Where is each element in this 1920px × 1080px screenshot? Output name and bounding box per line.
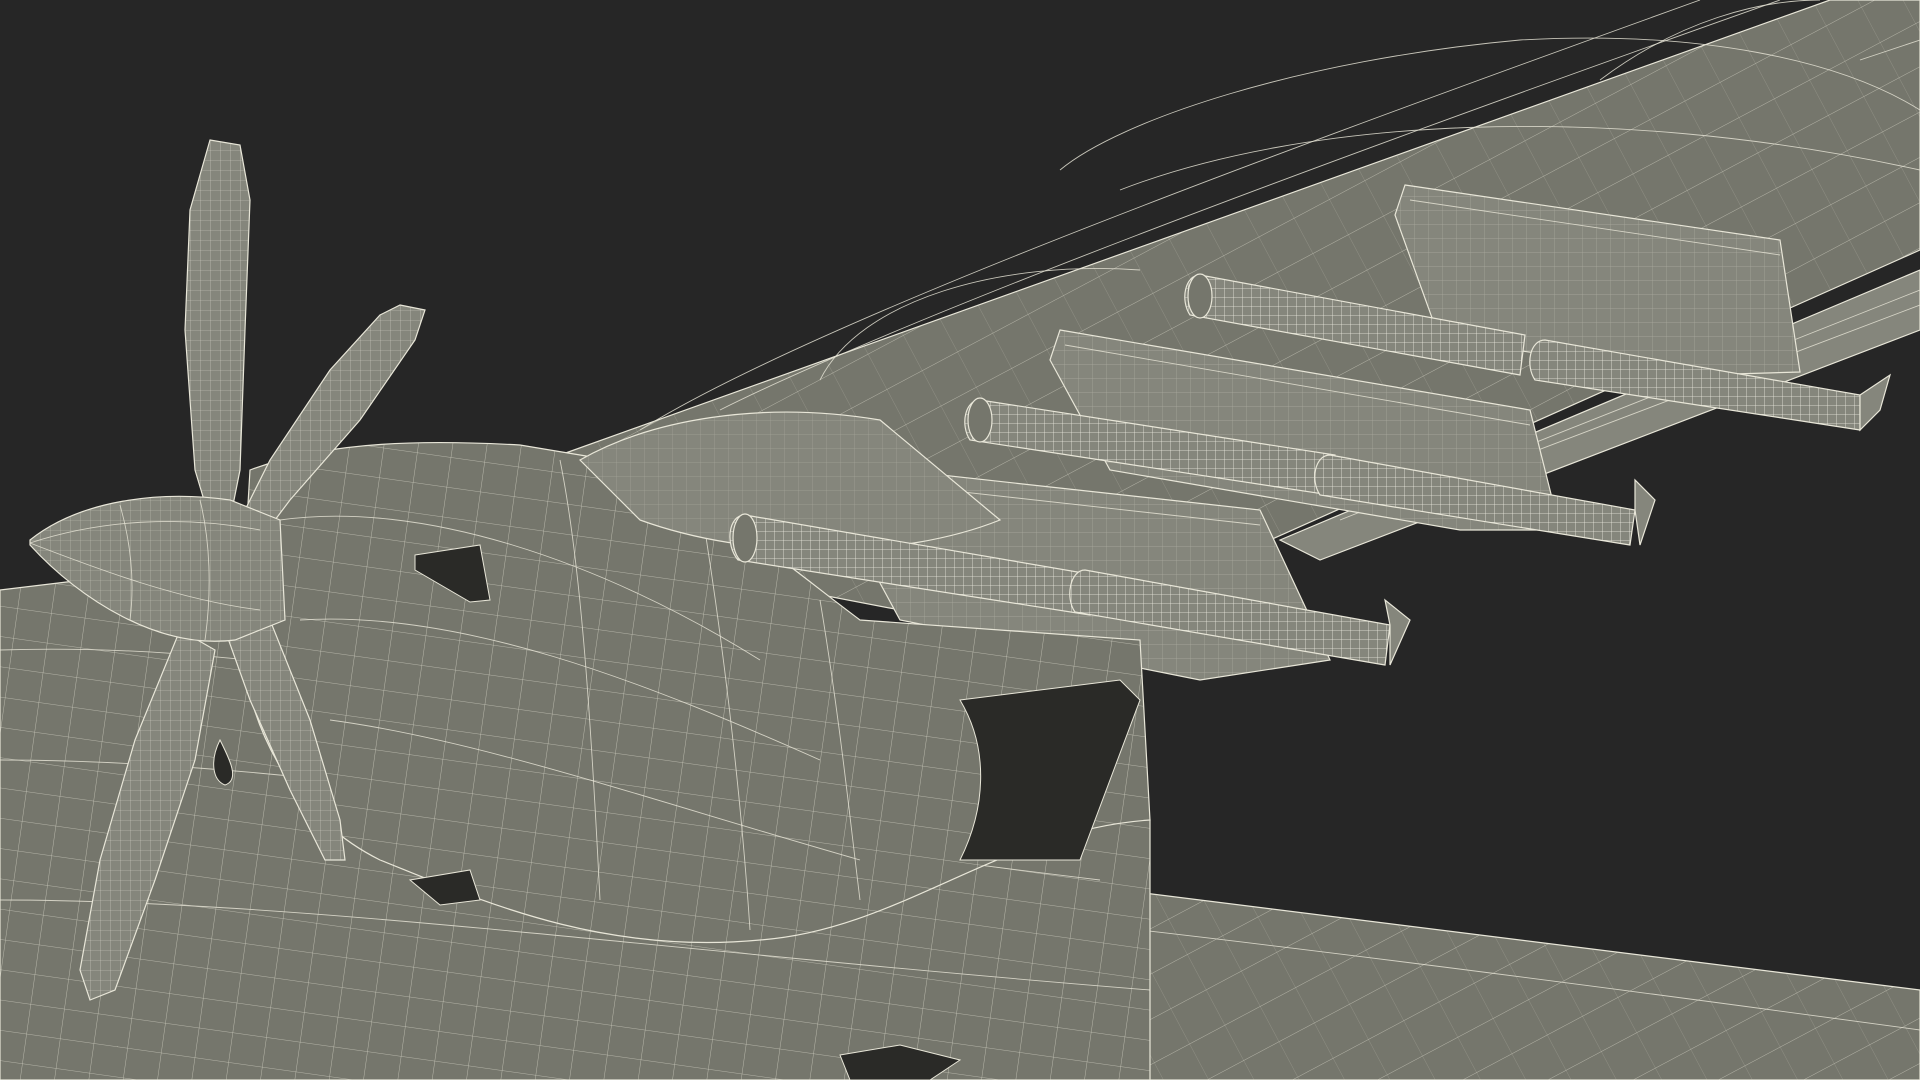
wireframe-render-viewport [0,0,1920,1080]
propeller-blade-top [184,139,251,521]
lower-wing [1109,889,1920,1080]
